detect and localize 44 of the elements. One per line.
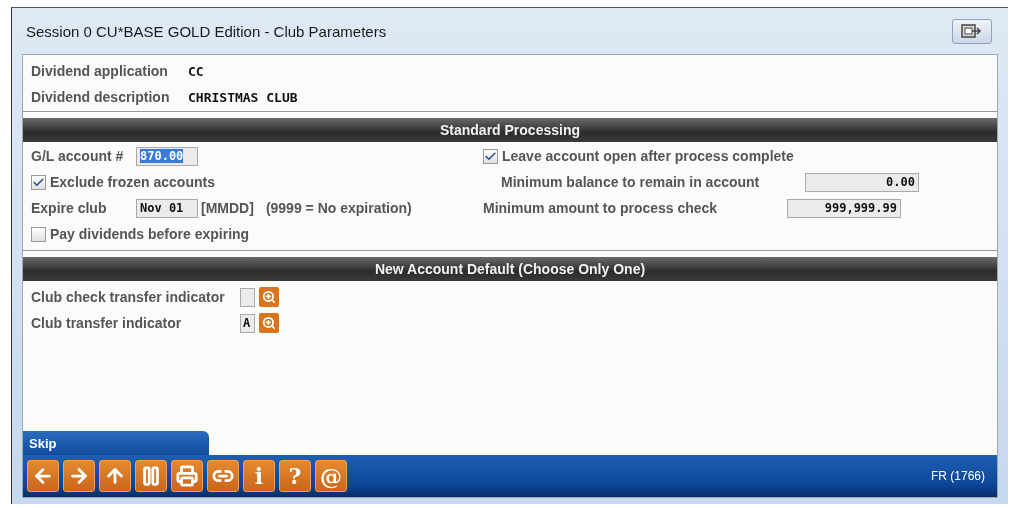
exit-icon <box>961 24 983 38</box>
checkbox-label: Leave account open after process complete <box>502 148 794 164</box>
input-field[interactable]: Nov 01 <box>136 198 198 218</box>
section-header: New Account Default (Choose Only One) <box>23 257 997 281</box>
field-value: CHRISTMAS CLUB <box>188 89 298 105</box>
pause-icon <box>140 465 162 487</box>
field-label: Minimum balance to remain in account <box>500 174 761 190</box>
input-field[interactable]: 999,999.99 <box>787 198 901 218</box>
field-label: Club transfer indicator <box>31 315 183 331</box>
lookup-button[interactable] <box>259 313 279 333</box>
checkbox[interactable] <box>31 226 46 242</box>
input-field[interactable] <box>240 287 255 307</box>
section-header: Standard Processing <box>23 118 997 142</box>
input-field[interactable]: A <box>240 313 255 333</box>
input-field[interactable]: 0.00 <box>805 172 919 192</box>
magnifier-icon <box>262 290 276 304</box>
field-label: Club check transfer indicator <box>31 289 226 305</box>
input-field[interactable]: 870.00 <box>136 146 198 166</box>
hint-text: (9999 = No expiration) <box>265 200 412 216</box>
field-value: CC <box>188 63 204 79</box>
field-label: Expire club <box>31 200 108 216</box>
window-title: Session 0 CU*BASE GOLD Edition - Club Parameters <box>26 22 387 40</box>
checkbox-label: Exclude frozen accounts <box>50 174 215 190</box>
up-arrow-icon <box>104 465 126 487</box>
skip-tab[interactable]: Skip <box>23 431 209 455</box>
status-text: FR (1766) <box>930 469 985 483</box>
toolbar-button[interactable] <box>99 460 131 492</box>
field-label: G/L account # <box>31 148 125 164</box>
checkbox[interactable] <box>31 174 46 190</box>
field-label: Minimum amount to process check <box>483 200 719 216</box>
toolbar-button[interactable] <box>27 460 59 492</box>
toolbar-button[interactable] <box>63 460 95 492</box>
toolbar-button[interactable] <box>207 460 239 492</box>
field-label: Dividend description <box>31 89 171 105</box>
toolbar-button[interactable] <box>171 460 203 492</box>
printer-icon <box>176 465 198 487</box>
exit-button[interactable] <box>952 18 992 44</box>
checkbox-label: Pay dividends before expiring <box>50 226 250 242</box>
checkbox[interactable] <box>483 148 498 164</box>
field-label: Dividend application <box>31 63 169 79</box>
lookup-button[interactable] <box>259 287 279 307</box>
magnifier-icon <box>262 316 276 330</box>
format-hint: [MMDD] <box>201 200 254 216</box>
toolbar-button[interactable] <box>135 460 167 492</box>
